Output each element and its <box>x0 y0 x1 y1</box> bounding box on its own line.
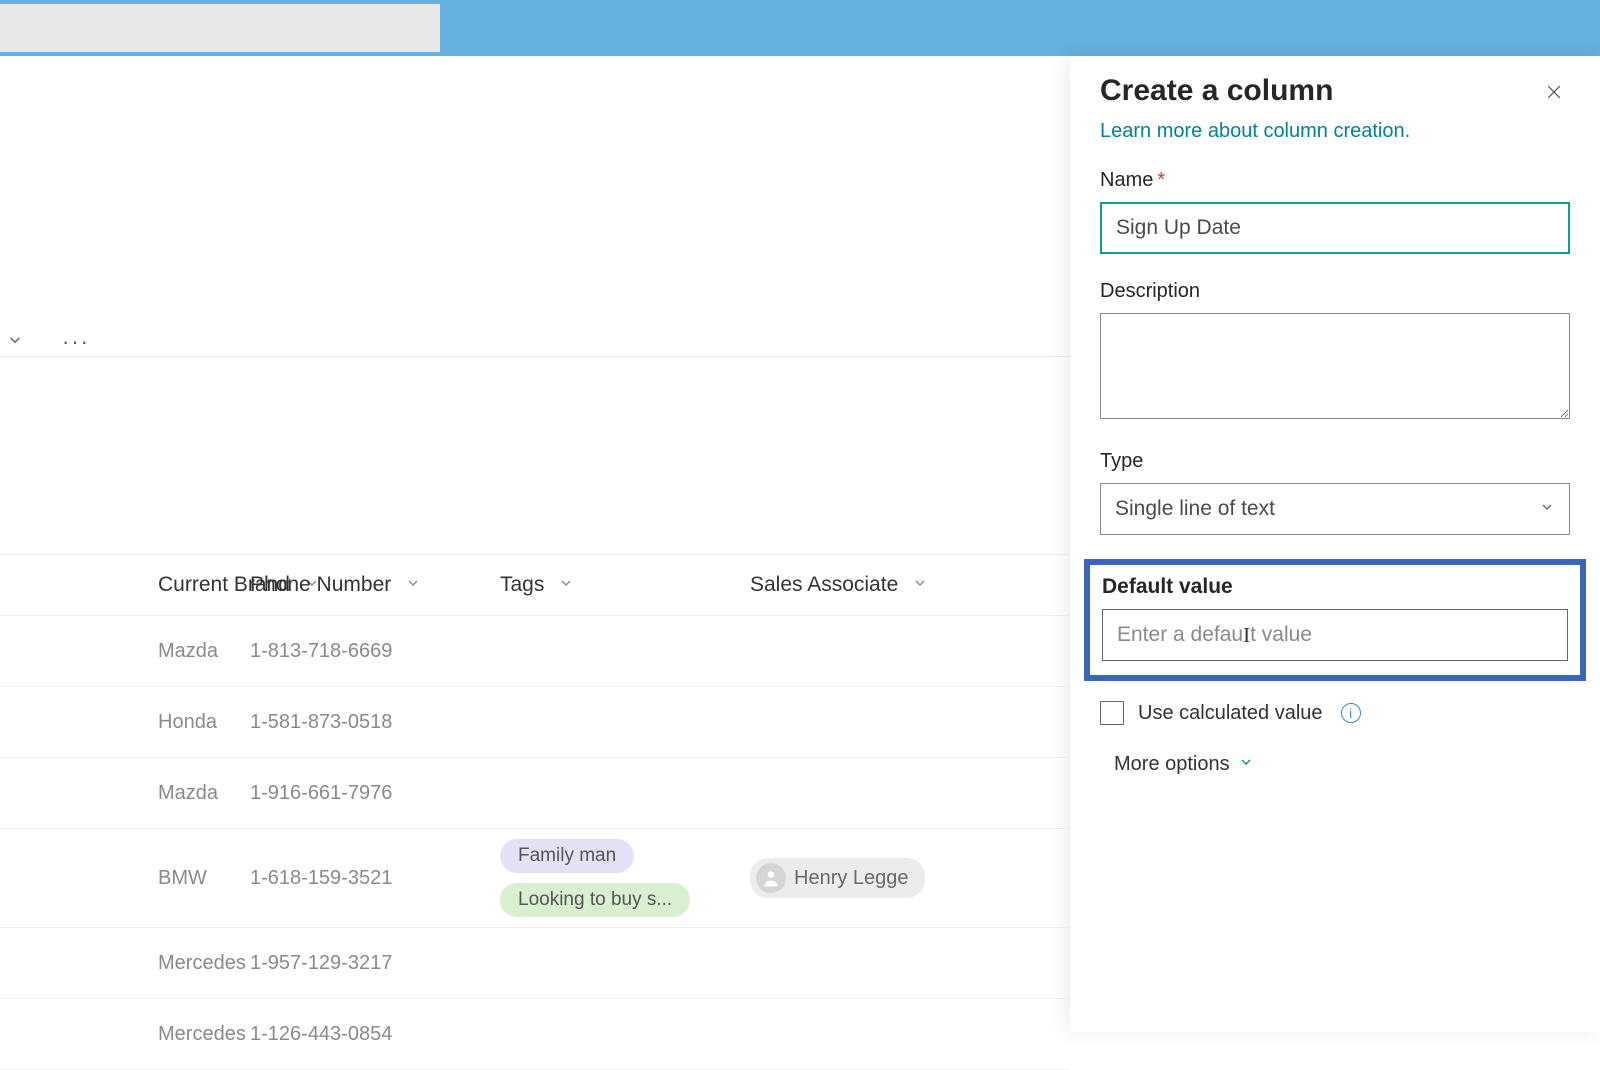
close-icon[interactable] <box>1538 78 1570 112</box>
divider <box>0 356 1070 357</box>
calculated-value-row: Use calculated value i <box>1100 701 1570 725</box>
cell-phone: 1-813-718-6669 <box>250 640 500 663</box>
default-value-label: Default value <box>1102 575 1568 599</box>
cell-brand: Mercedes <box>0 952 250 975</box>
type-select[interactable]: Single line of text <box>1100 483 1570 535</box>
cell-tags <box>500 641 750 661</box>
chevron-down-icon <box>912 573 928 596</box>
cell-brand: BMW <box>0 867 250 890</box>
col-header-label: Tags <box>500 573 544 596</box>
more-options-label: More options <box>1114 753 1230 776</box>
col-header-tags[interactable]: Tags <box>500 573 750 597</box>
required-asterisk: * <box>1157 169 1165 191</box>
data-table: Current Brand Phone Number Tags Sales As… <box>0 554 1070 1070</box>
chevron-down-icon[interactable] <box>6 331 24 354</box>
label-text: Name <box>1100 169 1153 191</box>
create-column-panel: Create a column Learn more about column … <box>1070 56 1600 1032</box>
table-row[interactable]: Mercedes1-957-129-3217 <box>0 928 1070 999</box>
cell-phone: 1-957-129-3217 <box>250 952 500 975</box>
panel-title: Create a column <box>1100 74 1333 108</box>
name-input[interactable] <box>1100 202 1570 254</box>
tag-pill[interactable]: Looking to buy s... <box>500 883 690 917</box>
description-textarea[interactable] <box>1100 313 1570 419</box>
table-header-row: Current Brand Phone Number Tags Sales As… <box>0 554 1070 616</box>
cell-assoc: Henry Legge <box>750 858 1000 898</box>
table-body: Mazda1-813-718-6669Honda1-581-873-0518Ma… <box>0 616 1070 1070</box>
default-value-input[interactable]: Enter a defauIt value <box>1102 609 1568 661</box>
table-row[interactable]: BMW1-618-159-3521Family man Looking to bu… <box>0 829 1070 928</box>
type-value: Single line of text <box>1115 497 1275 521</box>
placeholder-right: t value <box>1250 623 1312 647</box>
name-label: Name* <box>1100 169 1570 192</box>
table-row[interactable]: Honda1-581-873-0518 <box>0 687 1070 758</box>
person-name: Henry Legge <box>794 867 909 890</box>
chevron-down-icon <box>1539 497 1555 521</box>
chevron-down-icon <box>1238 753 1254 776</box>
chevron-down-icon <box>405 573 421 596</box>
top-bar <box>0 0 1600 56</box>
search-box[interactable] <box>0 4 440 52</box>
learn-more-link[interactable]: Learn more about column creation. <box>1100 120 1570 143</box>
person-pill[interactable]: Henry Legge <box>750 858 925 898</box>
more-actions-button[interactable]: ··· <box>62 329 90 355</box>
cell-phone: 1-581-873-0518 <box>250 711 500 734</box>
col-header-brand[interactable]: Current Brand <box>0 573 250 597</box>
cell-phone: 1-126-443-0854 <box>250 1023 500 1046</box>
col-header-phone[interactable]: Phone Number <box>250 573 500 597</box>
tag-pill[interactable]: Family man <box>500 839 634 873</box>
calculated-value-label: Use calculated value <box>1138 702 1323 725</box>
table-row[interactable]: Mercedes1-126-443-0854 <box>0 999 1070 1070</box>
cell-brand: Mazda <box>0 640 250 663</box>
cell-tags <box>500 783 750 803</box>
col-header-label: Phone Number <box>250 573 391 596</box>
cell-tags <box>500 1024 750 1044</box>
table-row[interactable]: Mazda1-916-661-7976 <box>0 758 1070 829</box>
cell-tags <box>500 953 750 973</box>
col-header-label: Sales Associate <box>750 573 898 596</box>
info-icon[interactable]: i <box>1341 703 1361 723</box>
cell-tags <box>500 712 750 732</box>
cell-brand: Mazda <box>0 782 250 805</box>
cell-tags: Family man Looking to buy s... <box>500 829 750 927</box>
col-header-assoc[interactable]: Sales Associate <box>750 573 1000 597</box>
cell-phone: 1-916-661-7976 <box>250 782 500 805</box>
placeholder-left: Enter a defau <box>1117 623 1243 647</box>
cell-brand: Honda <box>0 711 250 734</box>
cell-brand: Mercedes <box>0 1023 250 1046</box>
main-area: ··· Current Brand Phone Number Tags Sale… <box>0 56 1600 1032</box>
type-label: Type <box>1100 450 1570 473</box>
default-value-highlight: Default value Enter a defauIt value <box>1084 559 1586 681</box>
avatar-icon <box>756 863 786 893</box>
cell-phone: 1-618-159-3521 <box>250 867 500 890</box>
chevron-down-icon <box>558 573 574 596</box>
text-cursor-icon: I <box>1243 623 1250 648</box>
more-options-toggle[interactable]: More options <box>1100 753 1570 776</box>
table-row[interactable]: Mazda1-813-718-6669 <box>0 616 1070 687</box>
description-label: Description <box>1100 280 1570 303</box>
calculated-value-checkbox[interactable] <box>1100 701 1124 725</box>
